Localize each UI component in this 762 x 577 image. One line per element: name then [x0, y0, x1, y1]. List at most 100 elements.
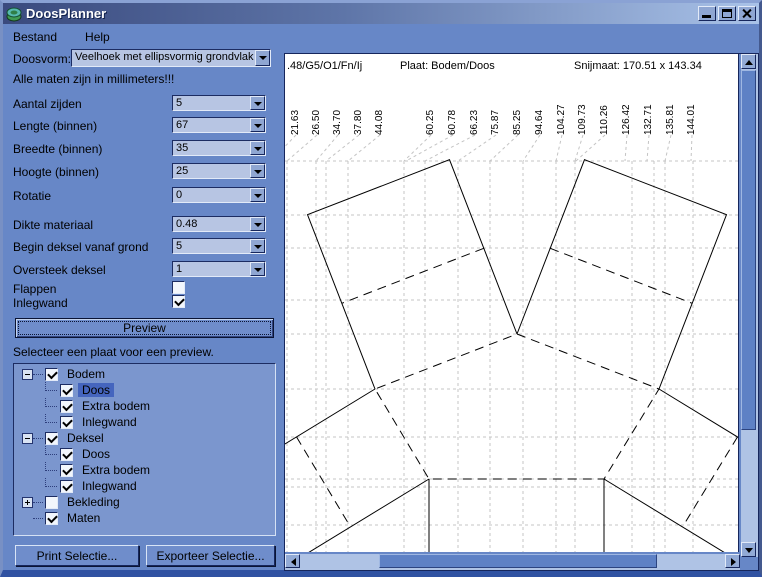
tree-row-deksel-inlegwand[interactable]: Inlegwand: [14, 478, 275, 494]
menubar: Bestand Help: [9, 27, 114, 46]
vertical-scroll-thumb[interactable]: [741, 70, 756, 430]
tree-checkbox[interactable]: [60, 416, 73, 429]
preview-canvas: .48/G5/O1/Fn/Ij Plaat: Bodem/Doos Snijma…: [285, 54, 739, 552]
shape-combobox[interactable]: Veelhoek met ellipsvormig grondvlak: [71, 49, 271, 67]
tree-connector: [45, 478, 57, 487]
row-label-aantal: Aantal zijden: [13, 97, 82, 111]
titlebar[interactable]: DoosPlanner: [3, 3, 759, 24]
tree-item-label[interactable]: Deksel: [63, 431, 108, 445]
shape-value: Veelhoek met ellipsvormig grondvlak: [72, 50, 255, 66]
chevron-down-icon[interactable]: [250, 141, 265, 155]
chevron-down-icon[interactable]: [250, 118, 265, 132]
inlegwand-checkbox[interactable]: [172, 295, 185, 308]
tree-item-label[interactable]: Maten: [63, 511, 104, 525]
tree-row-bodem-doos[interactable]: Doos: [14, 382, 275, 398]
export-selection-label: Exporteer Selectie...: [156, 549, 264, 563]
scroll-down-button[interactable]: [741, 542, 756, 557]
preview-button-label: Preview: [123, 321, 166, 335]
scroll-right-button[interactable]: [725, 554, 740, 568]
row-label-rotatie: Rotatie: [13, 189, 51, 203]
chevron-down-icon[interactable]: [250, 96, 265, 110]
minimize-button[interactable]: [698, 6, 716, 21]
hoogte-combobox[interactable]: 25: [172, 163, 266, 179]
vertical-scrollbar[interactable]: [741, 54, 758, 557]
tree-item-label[interactable]: Inlegwand: [78, 479, 141, 493]
tree-row-deksel-doos[interactable]: Doos: [14, 446, 275, 462]
row-label-begindeksel: Begin deksel vanaf grond: [13, 240, 148, 254]
tree-item-label[interactable]: Bekleding: [63, 495, 124, 509]
breedte-combobox[interactable]: 35: [172, 140, 266, 156]
sheet-tree: Bodem Doos Extra bodem Inlegwand Deksel …: [13, 363, 276, 536]
chevron-down-icon[interactable]: [250, 239, 265, 253]
tree-row-bodem-inlegwand[interactable]: Inlegwand: [14, 414, 275, 430]
tree-checkbox[interactable]: [60, 448, 73, 461]
maximize-button[interactable]: [718, 6, 736, 21]
oversteek-combobox[interactable]: 1: [172, 261, 266, 277]
scroll-left-button[interactable]: [285, 554, 300, 568]
menu-help[interactable]: Help: [81, 29, 114, 45]
tree-connector: [45, 398, 57, 407]
tree-checkbox[interactable]: [45, 496, 58, 509]
tree-expander-icon[interactable]: [22, 433, 33, 444]
print-selection-button[interactable]: Print Selectie...: [15, 545, 139, 566]
tree-item-label[interactable]: Doos: [78, 447, 114, 461]
scroll-up-button[interactable]: [741, 54, 756, 69]
tree-row-bodem-extra[interactable]: Extra bodem: [14, 398, 275, 414]
tree-item-label[interactable]: Doos: [78, 383, 114, 397]
tree-row-bekleding[interactable]: Bekleding: [14, 494, 275, 510]
hoogte-value: 25: [173, 164, 250, 178]
tree-checkbox[interactable]: [45, 512, 58, 525]
tree-row-deksel[interactable]: Deksel: [14, 430, 275, 446]
preview-button[interactable]: Preview: [15, 318, 274, 338]
tree-item-label[interactable]: Extra bodem: [78, 463, 154, 477]
tree-item-label[interactable]: Extra bodem: [78, 399, 154, 413]
box-net-drawing: [285, 54, 739, 552]
tree-connector: [45, 414, 57, 423]
minimize-icon: [702, 15, 711, 18]
inlegwand-label: Inlegwand: [13, 296, 68, 310]
chevron-down-icon[interactable]: [250, 217, 265, 231]
chevron-down-icon[interactable]: [255, 50, 270, 66]
tree-item-label[interactable]: Bodem: [63, 367, 109, 381]
row-label-oversteek: Oversteek deksel: [13, 263, 106, 277]
tree-caption: Selecteer een plaat voor een preview.: [13, 345, 214, 359]
tree-checkbox[interactable]: [60, 464, 73, 477]
begin-deksel-combobox[interactable]: 5: [172, 238, 266, 254]
rotatie-combobox[interactable]: 0: [172, 187, 266, 203]
tree-checkbox[interactable]: [45, 368, 58, 381]
print-selection-label: Print Selectie...: [37, 549, 118, 563]
tree-row-deksel-extra[interactable]: Extra bodem: [14, 462, 275, 478]
tree-expander-icon[interactable]: [22, 497, 33, 508]
app-icon: [6, 6, 22, 22]
tree-row-maten[interactable]: Maten: [14, 510, 275, 526]
begin-deksel-value: 5: [173, 239, 250, 253]
tree-expander-icon[interactable]: [22, 369, 33, 380]
tree-checkbox[interactable]: [60, 384, 73, 397]
tree-checkbox[interactable]: [45, 432, 58, 445]
horizontal-scroll-thumb[interactable]: [379, 554, 657, 568]
export-selection-button[interactable]: Exporteer Selectie...: [146, 545, 275, 566]
flappen-checkbox[interactable]: [172, 281, 185, 294]
tree-row-bodem[interactable]: Bodem: [14, 366, 275, 382]
lengte-value: 67: [173, 118, 250, 132]
close-button[interactable]: [738, 6, 756, 21]
menu-bestand[interactable]: Bestand: [9, 29, 61, 45]
dikte-combobox[interactable]: 0.48: [172, 216, 266, 232]
preview-panel: .48/G5/O1/Fn/Ij Plaat: Bodem/Doos Snijma…: [284, 53, 759, 571]
tree-connector: [45, 382, 57, 391]
chevron-down-icon[interactable]: [250, 262, 265, 276]
tree-checkbox[interactable]: [60, 400, 73, 413]
maximize-icon: [722, 9, 732, 18]
chevron-down-icon[interactable]: [250, 188, 265, 202]
horizontal-scrollbar[interactable]: [285, 554, 740, 570]
tree-connector: [45, 462, 57, 471]
row-label-breedte: Breedte (binnen): [13, 142, 102, 156]
units-note: Alle maten zijn in millimeters!!!: [13, 72, 174, 86]
tree-item-label[interactable]: Inlegwand: [78, 415, 141, 429]
lengte-combobox[interactable]: 67: [172, 117, 266, 133]
chevron-down-icon[interactable]: [250, 164, 265, 178]
aantal-zijden-value: 5: [173, 96, 250, 110]
tree-checkbox[interactable]: [60, 480, 73, 493]
shape-label: Doosvorm:: [13, 52, 71, 66]
aantal-zijden-combobox[interactable]: 5: [172, 95, 266, 111]
